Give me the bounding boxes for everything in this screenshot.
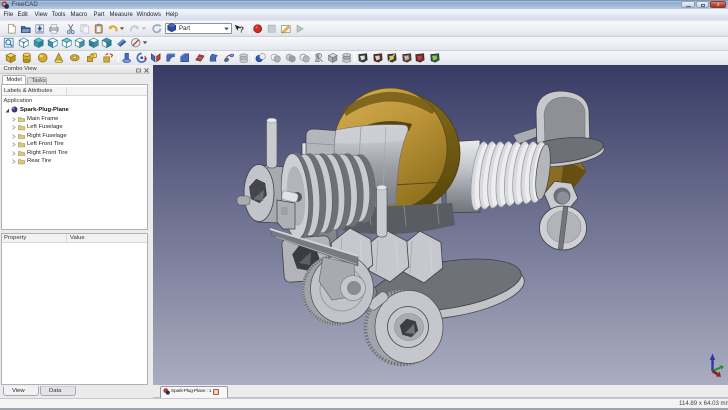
svg-text:?: ?: [239, 25, 244, 34]
